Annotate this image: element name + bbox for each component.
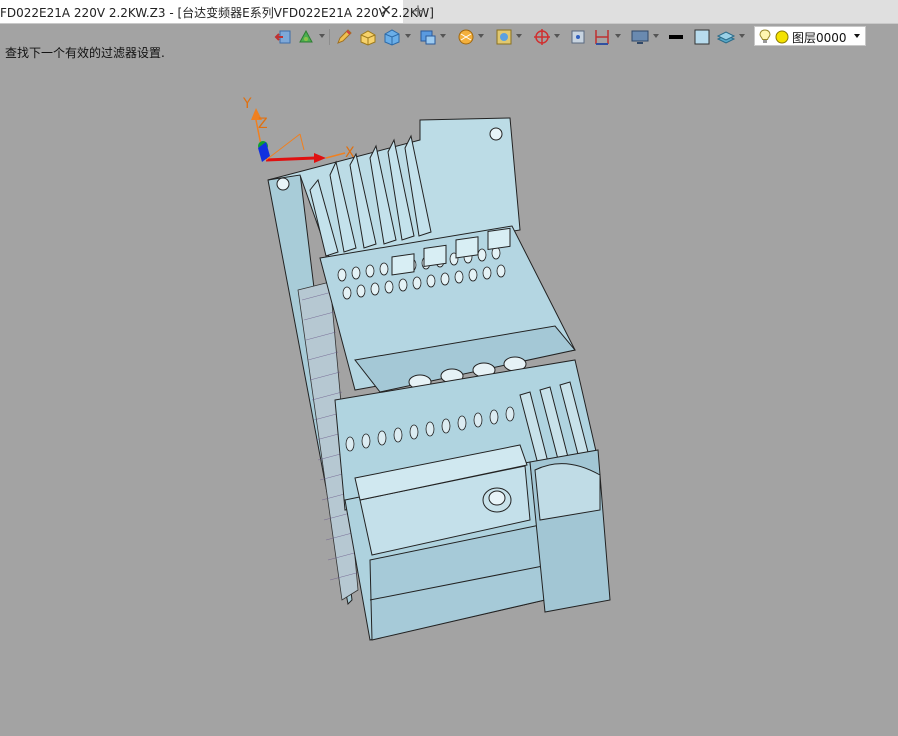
chevron-down-icon[interactable] [554, 34, 560, 38]
edit-pencil-icon[interactable] [334, 27, 354, 47]
view-orientation-icon[interactable] [418, 27, 438, 47]
z-axis-label: Z [258, 116, 268, 132]
toolbar-separator [329, 29, 330, 45]
cube-icon[interactable] [382, 27, 402, 47]
y-axis-label: Y [242, 96, 252, 112]
chevron-down-icon[interactable] [854, 34, 860, 38]
lightbulb-icon[interactable] [759, 29, 771, 44]
exit-sketch-icon[interactable] [274, 27, 294, 47]
document-tab-title: FD022E21A 220V 2.2KW.Z3 - [台达变频器E系列VFD02… [0, 6, 434, 20]
model-mount-hole [489, 127, 503, 141]
monitor-icon[interactable] [630, 27, 650, 47]
model-knob-cap [488, 490, 506, 506]
document-tab[interactable]: FD022E21A 220V 2.2KW.Z3 - [台达变频器E系列VFD02… [0, 0, 434, 23]
chevron-down-icon[interactable] [739, 34, 745, 38]
x-axis-label: X [345, 145, 355, 161]
3d-viewport[interactable]: X Y Z [0, 60, 898, 736]
chevron-down-icon[interactable] [516, 34, 522, 38]
chevron-down-icon[interactable] [319, 34, 325, 38]
line-color-icon[interactable] [666, 27, 686, 47]
model-mount-hole [276, 177, 290, 191]
point-select-icon[interactable] [568, 27, 588, 47]
chevron-down-icon[interactable] [653, 34, 659, 38]
render-mode-icon[interactable] [456, 27, 476, 47]
fill-color-icon[interactable] [692, 27, 712, 47]
chevron-down-icon[interactable] [478, 34, 484, 38]
axis-origin-icon[interactable] [532, 27, 552, 47]
close-icon[interactable]: ✕ [378, 3, 394, 19]
chevron-down-icon[interactable] [615, 34, 621, 38]
status-hint: 查找下一个有效的过滤器设置. [5, 46, 165, 60]
chevron-down-icon[interactable] [440, 34, 446, 38]
display-filter-icon[interactable] [494, 27, 514, 47]
chevron-down-icon[interactable] [405, 34, 411, 38]
new-tab-button[interactable]: + [410, 2, 426, 20]
dimension-icon[interactable] [592, 27, 612, 47]
layer-stack-icon[interactable] [716, 27, 736, 47]
layer-status-icon [775, 30, 789, 44]
layer-select[interactable]: 图层0000 [754, 26, 866, 46]
tab-bar: FD022E21A 220V 2.2KW.Z3 - [台达变频器E系列VFD02… [0, 0, 898, 24]
solid-box-icon[interactable] [358, 27, 378, 47]
model-fan-cutout [534, 463, 601, 521]
layer-select-value: 图层0000 [792, 31, 847, 45]
fill-tool-icon[interactable] [296, 27, 316, 47]
